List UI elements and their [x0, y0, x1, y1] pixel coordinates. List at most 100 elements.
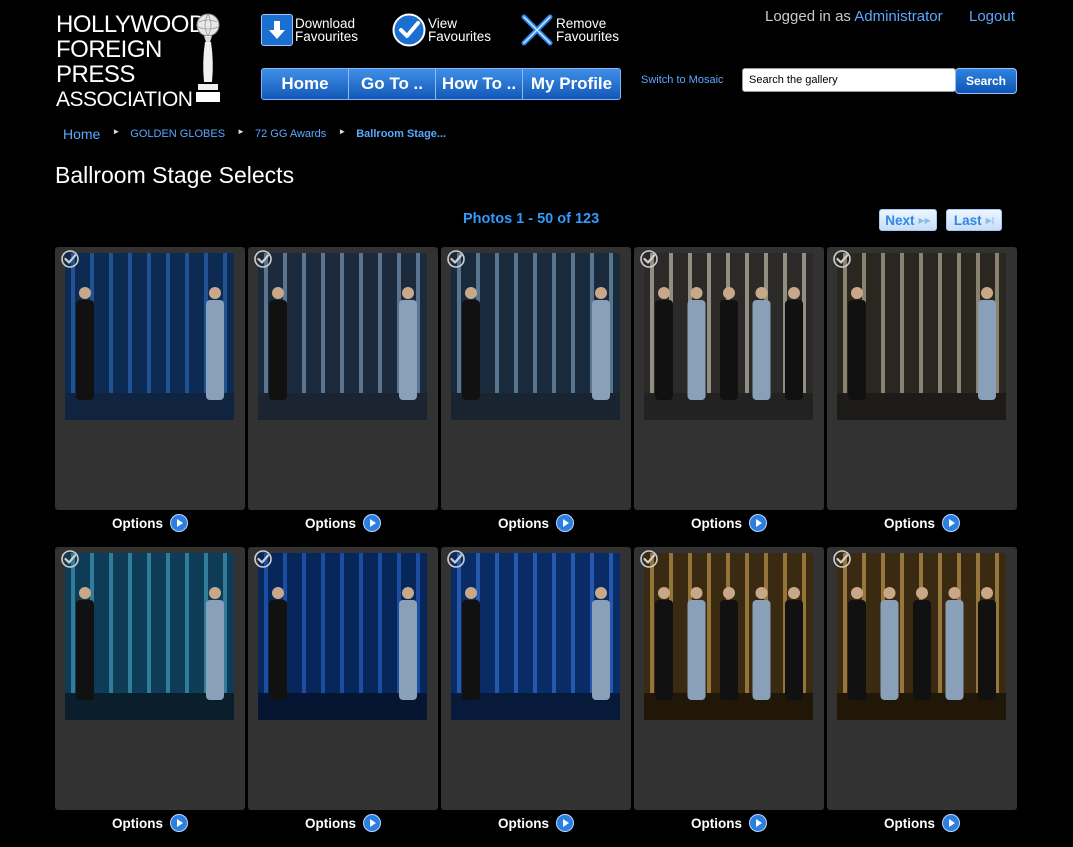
photo-card [441, 547, 631, 810]
photo-thumbnail[interactable] [837, 253, 1006, 420]
options-label: Options [305, 515, 356, 531]
photo-count: Photos 1 - 50 of 123 [463, 211, 600, 227]
options-button[interactable]: Options [827, 514, 1017, 532]
logo-line: ASSOCIATION [56, 88, 193, 111]
options-button[interactable]: Options [248, 514, 438, 532]
last-page-button[interactable]: Last ▶| [946, 209, 1002, 231]
photo-thumbnail[interactable] [644, 253, 813, 420]
options-button[interactable]: Options [441, 814, 631, 832]
breadcrumb: Home ► GOLDEN GLOBES ► 72 GG Awards ► Ba… [63, 126, 446, 142]
logo-line: HOLLYWOOD [56, 11, 206, 38]
view-favourites-button[interactable]: View Favourites [392, 12, 491, 48]
breadcrumb-72-gg-awards[interactable]: 72 GG Awards [255, 128, 326, 140]
play-arrow-icon [556, 814, 574, 832]
select-checkmark-icon[interactable] [254, 250, 272, 268]
photo-cell: Options [55, 247, 245, 547]
nav-my-profile[interactable]: My Profile [523, 69, 620, 99]
select-checkmark-icon[interactable] [640, 550, 658, 568]
checkmark-circle-icon [392, 13, 426, 47]
options-button[interactable]: Options [55, 814, 245, 832]
username-link[interactable]: Administrator [854, 8, 942, 25]
next-page-button[interactable]: Next ▶▶ [879, 209, 937, 231]
photo-cell: Options [441, 247, 631, 547]
photo-thumbnail[interactable] [258, 253, 427, 420]
logo-line: FOREIGN [56, 36, 162, 63]
logout-link[interactable]: Logout [969, 8, 1015, 25]
next-arrow-icon: ▶▶ [918, 215, 931, 225]
breadcrumb-current: Ballroom Stage... [356, 128, 447, 140]
options-button[interactable]: Options [248, 814, 438, 832]
options-button[interactable]: Options [441, 514, 631, 532]
options-label: Options [112, 515, 163, 531]
photo-thumbnail[interactable] [65, 253, 234, 420]
options-button[interactable]: Options [55, 514, 245, 532]
page-title: Ballroom Stage Selects [55, 162, 295, 188]
photo-thumbnail[interactable] [65, 553, 234, 720]
login-status: Logged in as Administrator [765, 8, 943, 25]
photo-card [634, 547, 824, 810]
login-prefix: Logged in as [765, 8, 851, 25]
breadcrumb-golden-globes[interactable]: GOLDEN GLOBES [130, 128, 225, 140]
photo-cell: Options [248, 247, 438, 547]
logo-line: PRESS [56, 61, 135, 88]
photo-thumbnail[interactable] [451, 253, 620, 420]
photo-card [634, 247, 824, 510]
options-label: Options [305, 815, 356, 831]
golden-globe-statue-icon [196, 13, 220, 102]
photo-cell: Options [827, 547, 1017, 847]
x-mark-icon [520, 13, 554, 47]
options-button[interactable]: Options [634, 514, 824, 532]
play-arrow-icon [363, 814, 381, 832]
photo-thumbnail[interactable] [644, 553, 813, 720]
options-label: Options [884, 815, 935, 831]
select-checkmark-icon[interactable] [833, 250, 851, 268]
photo-card [441, 247, 631, 510]
options-label: Options [112, 815, 163, 831]
main-nav: Home Go To .. How To .. My Profile [261, 68, 621, 100]
view-label-line2: Favourites [428, 29, 492, 44]
breadcrumb-separator-icon: ► [237, 126, 245, 136]
options-label: Options [498, 815, 549, 831]
search-input[interactable] [742, 68, 956, 92]
select-checkmark-icon[interactable] [61, 250, 79, 268]
play-arrow-icon [556, 514, 574, 532]
select-checkmark-icon[interactable] [447, 250, 465, 268]
play-arrow-icon [942, 514, 960, 532]
breadcrumb-home[interactable]: Home [63, 126, 100, 142]
download-arrow-icon [261, 14, 293, 46]
play-arrow-icon [749, 514, 767, 532]
photo-card [248, 547, 438, 810]
select-checkmark-icon[interactable] [833, 550, 851, 568]
photo-thumbnail[interactable] [837, 553, 1006, 720]
switch-to-mosaic-link[interactable]: Switch to Mosaic [641, 74, 724, 86]
options-button[interactable]: Options [634, 814, 824, 832]
photo-grid: Options Options Options Options Options … [55, 247, 1017, 847]
next-label: Next [885, 212, 915, 228]
last-arrow-icon: ▶| [985, 215, 995, 225]
nav-home[interactable]: Home [262, 69, 349, 99]
breadcrumb-separator-icon: ► [112, 126, 121, 136]
photo-cell: Options [827, 247, 1017, 547]
photo-card [827, 547, 1017, 810]
photo-thumbnail[interactable] [258, 553, 427, 720]
photo-thumbnail[interactable] [451, 553, 620, 720]
options-label: Options [884, 515, 935, 531]
select-checkmark-icon[interactable] [640, 250, 658, 268]
photo-cell: Options [634, 247, 824, 547]
options-label: Options [691, 515, 742, 531]
options-button[interactable]: Options [827, 814, 1017, 832]
photo-cell: Options [634, 547, 824, 847]
remove-favourites-button[interactable]: Remove Favourites [520, 12, 619, 48]
hfpa-logo[interactable]: HOLLYWOOD FOREIGN PRESS ASSOCIATION [56, 11, 226, 111]
download-favourites-button[interactable]: Download Favourites [261, 12, 358, 48]
photo-card [248, 247, 438, 510]
select-checkmark-icon[interactable] [447, 550, 465, 568]
select-checkmark-icon[interactable] [254, 550, 272, 568]
select-checkmark-icon[interactable] [61, 550, 79, 568]
search-button[interactable]: Search [955, 68, 1017, 94]
breadcrumb-separator-icon: ► [338, 126, 347, 136]
nav-go-to[interactable]: Go To .. [349, 69, 436, 99]
nav-how-to[interactable]: How To .. [436, 69, 523, 99]
play-arrow-icon [749, 814, 767, 832]
photo-card [827, 247, 1017, 510]
